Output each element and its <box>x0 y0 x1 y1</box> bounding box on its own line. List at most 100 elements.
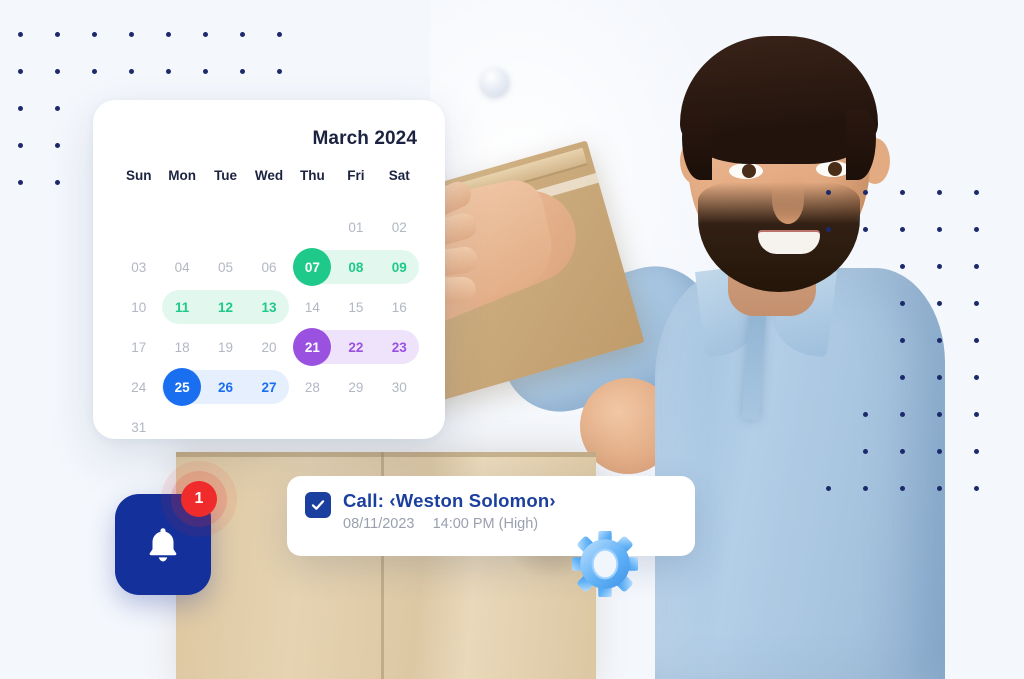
calendar-day-empty <box>160 207 203 247</box>
calendar-day-27[interactable]: 27 <box>247 367 290 407</box>
calendar-day-empty <box>378 407 421 447</box>
task-checkbox[interactable] <box>305 492 331 518</box>
sphere-decoration <box>481 68 509 96</box>
calendar-day-empty <box>117 207 160 247</box>
calendar-weekday-wed: Wed <box>254 168 284 183</box>
calendar-title: March 2024 <box>312 128 417 149</box>
calendar-day-13[interactable]: 13 <box>247 287 290 327</box>
dot <box>826 227 831 232</box>
dot <box>937 412 942 417</box>
dot <box>937 449 942 454</box>
calendar-day-20[interactable]: 20 <box>247 327 290 367</box>
calendar-day-10[interactable]: 10 <box>117 287 160 327</box>
calendar-day-28[interactable]: 28 <box>291 367 334 407</box>
mouth <box>758 232 820 254</box>
calendar-week-row: 17 18 19 20 21 22 23 <box>117 327 421 367</box>
notification-badge: 1 <box>181 481 217 517</box>
calendar-weekday-sat: Sat <box>388 168 410 183</box>
calendar-day-empty <box>334 407 377 447</box>
calendar-day-05[interactable]: 05 <box>204 247 247 287</box>
dot <box>974 190 979 195</box>
task-texts: Call: ‹Weston Solomon› 08/11/2023 14:00 … <box>343 490 556 532</box>
calendar-day-07[interactable]: 07 <box>291 247 334 287</box>
calendar-weekday-mon: Mon <box>168 168 196 183</box>
calendar-day-empty <box>247 207 290 247</box>
calendar-day-17[interactable]: 17 <box>117 327 160 367</box>
task-row: Call: ‹Weston Solomon› 08/11/2023 14:00 … <box>305 490 677 532</box>
check-icon <box>311 500 325 510</box>
calendar-day-empty <box>291 207 334 247</box>
dot <box>900 338 905 343</box>
dot <box>900 449 905 454</box>
nose <box>772 176 804 224</box>
dot <box>974 338 979 343</box>
dot <box>900 301 905 306</box>
calendar-day-29[interactable]: 29 <box>334 367 377 407</box>
dot <box>900 227 905 232</box>
calendar-weekday-header: Sun Mon Tue Wed Thu Fri Sat <box>117 168 421 207</box>
dot <box>937 375 942 380</box>
calendar-day-11[interactable]: 11 <box>160 287 203 327</box>
calendar-day-empty <box>160 407 203 447</box>
dot <box>863 486 868 491</box>
dot-grid-right <box>826 190 1024 510</box>
calendar-day-12[interactable]: 12 <box>204 287 247 327</box>
dot <box>863 190 868 195</box>
dot <box>900 486 905 491</box>
dot <box>863 449 868 454</box>
dot <box>974 375 979 380</box>
calendar-day-empty <box>247 407 290 447</box>
calendar-day-26[interactable]: 26 <box>204 367 247 407</box>
calendar-day-31[interactable]: 31 <box>117 407 160 447</box>
task-date: 08/11/2023 <box>343 516 415 532</box>
calendar-day-01[interactable]: 01 <box>334 207 377 247</box>
gear-icon <box>572 531 638 597</box>
calendar-day-empty <box>204 407 247 447</box>
dot <box>974 449 979 454</box>
bell-icon <box>149 527 177 562</box>
calendar-day-08[interactable]: 08 <box>334 247 377 287</box>
calendar-day-16[interactable]: 16 <box>378 287 421 327</box>
dot <box>937 264 942 269</box>
calendar-day-25[interactable]: 25 <box>160 367 203 407</box>
calendar-day-22[interactable]: 22 <box>334 327 377 367</box>
calendar-day-21[interactable]: 21 <box>291 327 334 367</box>
dot <box>937 227 942 232</box>
calendar-day-30[interactable]: 30 <box>378 367 421 407</box>
calendar-card[interactable]: March 2024 Sun Mon Tue Wed Thu Fri Sat 01 02 03 0… <box>93 100 445 439</box>
calendar-day-19[interactable]: 19 <box>204 327 247 367</box>
calendar-day-empty <box>291 407 334 447</box>
calendar-day-empty <box>204 207 247 247</box>
calendar-day-24[interactable]: 24 <box>117 367 160 407</box>
calendar-week-row: 10 11 12 13 14 15 16 <box>117 287 421 327</box>
calendar-day-03[interactable]: 03 <box>117 247 160 287</box>
dot <box>937 486 942 491</box>
dot <box>826 486 831 491</box>
calendar-day-09[interactable]: 09 <box>378 247 421 287</box>
calendar-week-row: 24 25 26 27 28 29 30 <box>117 367 421 407</box>
dot <box>863 227 868 232</box>
calendar-day-02[interactable]: 02 <box>378 207 421 247</box>
calendar-day-18[interactable]: 18 <box>160 327 203 367</box>
dot <box>900 190 905 195</box>
calendar-day-06[interactable]: 06 <box>247 247 290 287</box>
calendar-week-row: 03 04 05 06 07 08 09 <box>117 247 421 287</box>
calendar-day-15[interactable]: 15 <box>334 287 377 327</box>
pupil-right <box>828 162 842 176</box>
dot <box>974 412 979 417</box>
dot <box>863 412 868 417</box>
dot <box>974 264 979 269</box>
calendar-day-04[interactable]: 04 <box>160 247 203 287</box>
calendar-week-row: 31 <box>117 407 421 447</box>
calendar-weekday-tue: Tue <box>214 168 238 183</box>
dot <box>900 264 905 269</box>
calendar-body: 01 02 03 04 05 06 07 08 09 10 11 12 13 14 15 16 17 18 19 20… <box>117 207 421 447</box>
calendar-day-14[interactable]: 14 <box>291 287 334 327</box>
calendar-day-23[interactable]: 23 <box>378 327 421 367</box>
calendar-weekday-fri: Fri <box>347 168 365 183</box>
page-root: March 2024 Sun Mon Tue Wed Thu Fri Sat 01 02 03 0… <box>0 0 1024 679</box>
dot <box>974 227 979 232</box>
calendar-week-row: 01 02 <box>117 207 421 247</box>
dot <box>974 486 979 491</box>
task-title: Call: ‹Weston Solomon› <box>343 490 556 511</box>
